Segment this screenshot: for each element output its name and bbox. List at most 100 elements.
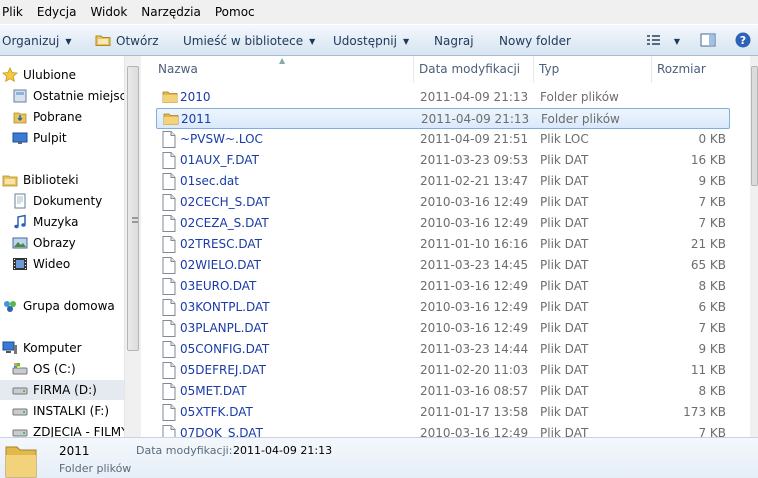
hard-drive-icon [12,403,28,419]
file-row[interactable]: 05XTFK.DAT 2011-01-17 13:58 Plik DAT 173 KB [156,402,730,423]
nav-libraries[interactable]: Biblioteki [2,170,79,190]
details-date-value: 2011-04-09 21:13 [233,444,333,457]
grip-icon [132,217,138,223]
menu-file[interactable]: Plik [0,0,30,24]
menu-help[interactable]: Pomoc [208,0,262,24]
file-icon [162,215,178,232]
file-row[interactable]: 05DEFREJ.DAT 2011-02-20 11:03 Plik DAT 11 K… [156,360,730,381]
nav-label: INSTALKI (F:) [33,404,110,418]
nav-label: ZDJECIA - FILMY [33,425,124,437]
video-icon [12,256,28,272]
burn-label: Nagraj [434,34,474,48]
column-label: Nazwa [158,62,198,76]
nav-scrollbar-thumb[interactable] [127,66,139,351]
file-name: 01AUX_F.DAT [180,153,259,167]
nav-downloads[interactable]: Pobrane [12,107,82,127]
nav-computer[interactable]: Komputer [2,338,82,358]
help-button[interactable]: ? [732,30,754,52]
include-library-button[interactable]: Umieść w bibliotece ▼ [183,29,315,53]
nav-homegroup[interactable]: Grupa domowa [2,296,115,316]
file-size: 7 KB [698,321,726,335]
file-row[interactable]: 07DOK_S.DAT 2010-03-16 12:49 Plik DAT 7 KB [156,423,730,437]
file-type: Plik DAT [540,258,589,272]
menu-view[interactable]: Widok [83,0,134,24]
burn-button[interactable]: Nagraj [434,29,474,53]
file-date: 2011-03-23 14:45 [420,258,529,272]
file-date: 2011-04-09 21:13 [420,90,529,104]
view-list-icon [646,34,662,49]
file-row[interactable]: 2011 2011-04-09 21:13 Folder plików [156,108,730,129]
file-icon [162,383,178,400]
star-icon [2,67,18,83]
file-row[interactable]: 2010 2011-04-09 21:13 Folder plików [156,87,730,108]
nav-label: Wideo [33,257,71,271]
file-name: 05XTFK.DAT [180,405,253,419]
file-icon [162,425,178,437]
organize-button[interactable]: Organizuj ▼ [2,29,71,53]
file-type: Plik DAT [540,153,589,167]
file-icon [162,278,178,295]
file-size: 7 KB [698,216,726,230]
file-row[interactable]: 02CEZA_S.DAT 2010-03-16 12:49 Plik DAT 7 KB [156,213,730,234]
folder-icon [4,441,38,478]
menu-edit[interactable]: Edycja [30,0,84,24]
nav-drive-d[interactable]: FIRMA (D:) [0,380,124,400]
column-size[interactable]: Rozmiar [652,56,750,83]
file-row[interactable]: 02WIELO.DAT 2011-03-23 14:45 Plik DAT 65 KB [156,255,730,276]
nav-music[interactable]: Muzyka [12,212,78,232]
file-row[interactable]: 03KONTPL.DAT 2010-03-16 12:49 Plik DAT 6 KB [156,297,730,318]
list-scrollbar-thumb[interactable] [751,66,758,186]
nav-recent-places[interactable]: Ostatnie miejsca [12,86,124,106]
file-type: Plik DAT [540,237,589,251]
nav-video[interactable]: Wideo [12,254,70,274]
file-date: 2011-01-17 13:58 [420,405,529,419]
nav-documents[interactable]: Dokumenty [12,191,102,211]
organize-label: Organizuj [2,34,60,48]
file-name: 2010 [180,90,211,104]
nav-pictures[interactable]: Obrazy [12,233,76,253]
file-name: 03KONTPL.DAT [180,300,270,314]
column-header: Nazwa ▲ Data modyfikacji Typ Rozmiar [141,56,750,83]
file-name: 2011 [181,112,212,126]
help-icon: ? [735,32,751,51]
file-row[interactable]: 05CONFIG.DAT 2011-03-23 14:44 Plik DAT 9 KB [156,339,730,360]
file-row[interactable]: ~PVSW~.LOC 2011-04-09 21:51 Plik LOC 0 KB [156,129,730,150]
file-row[interactable]: 05MET.DAT 2011-03-16 08:57 Plik DAT 8 KB [156,381,730,402]
nav-favorites[interactable]: Ulubione [2,65,76,85]
file-name: 02CEZA_S.DAT [180,216,269,230]
share-button[interactable]: Udostępnij ▼ [333,29,409,53]
menu-tools[interactable]: Narzędzia [134,0,208,24]
file-row[interactable]: 01sec.dat 2011-02-21 13:47 Plik DAT 9 KB [156,171,730,192]
details-name: 2011 [59,444,90,458]
column-date[interactable]: Data modyfikacji [414,56,534,83]
file-row[interactable]: 02TRESC.DAT 2011-01-10 16:16 Plik DAT 21 KB [156,234,730,255]
column-type[interactable]: Typ [534,56,652,83]
preview-pane-button[interactable] [697,30,719,52]
folder-icon [163,111,179,128]
nav-drive-c[interactable]: OS (C:) [12,359,76,379]
file-date: 2011-04-09 21:51 [420,132,529,146]
list-scrollbar[interactable] [750,56,758,437]
file-name: 01sec.dat [180,174,239,188]
file-name: ~PVSW~.LOC [180,132,263,146]
open-button[interactable]: Otwórz [95,29,159,53]
view-options-button[interactable]: ▼ [643,30,683,52]
file-name: 05CONFIG.DAT [180,342,270,356]
file-list: Nazwa ▲ Data modyfikacji Typ Rozmiar 201… [141,56,750,437]
nav-scrollbar[interactable] [124,56,141,437]
file-size: 9 KB [698,342,726,356]
file-row[interactable]: 01AUX_F.DAT 2011-03-23 09:53 Plik DAT 16 KB [156,150,730,171]
file-size: 21 KB [690,237,726,251]
recent-places-icon [12,88,28,104]
nav-label: Ostatnie miejsca [33,89,124,103]
file-row[interactable]: 03EURO.DAT 2011-03-16 12:49 Plik DAT 8 KB [156,276,730,297]
nav-drive-g[interactable]: ZDJECIA - FILMY [12,422,124,437]
new-folder-button[interactable]: Nowy folder [499,29,571,53]
file-row[interactable]: 03PLANPL.DAT 2010-03-16 12:49 Plik DAT 7 KB [156,318,730,339]
file-row[interactable]: 02CECH_S.DAT 2010-03-16 12:49 Plik DAT 7 KB [156,192,730,213]
file-date: 2010-03-16 12:49 [420,195,529,209]
downloads-folder-icon [12,109,28,125]
nav-drive-f[interactable]: INSTALKI (F:) [12,401,109,421]
nav-label: Muzyka [33,215,79,229]
nav-desktop[interactable]: Pulpit [12,128,67,148]
